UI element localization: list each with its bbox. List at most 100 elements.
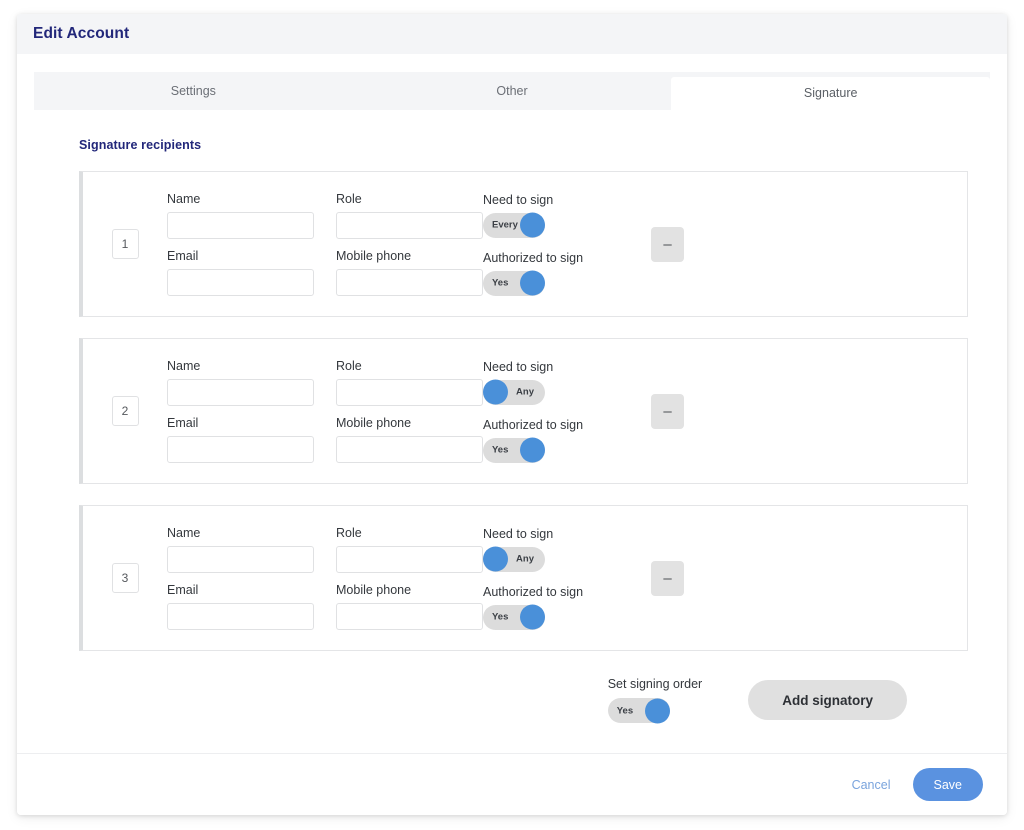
remove-recipient-wrap: – (623, 506, 967, 650)
modal-action-bar: Cancel Save (17, 753, 1007, 815)
remove-recipient-button[interactable]: – (651, 393, 684, 429)
role-label: Role (336, 192, 362, 206)
mobile-phone-field-group: Mobile phone (336, 416, 483, 463)
name-input[interactable] (167, 212, 314, 239)
authorized-to-sign-toggle[interactable]: Yes (483, 270, 545, 296)
mobile-phone-label: Mobile phone (336, 249, 412, 263)
cancel-button[interactable]: Cancel (850, 774, 893, 796)
recipient-toggles: Need to sign Any Authorized to sign Yes (483, 339, 623, 483)
email-field-group: Email (167, 249, 314, 296)
section-title: Signature recipients (79, 138, 202, 152)
recipient-index-badge: 3 (111, 563, 139, 593)
toggle-knob-icon (483, 379, 508, 405)
authorized-to-sign-group: Authorized to sign Yes (483, 251, 623, 296)
mobile-phone-input[interactable] (336, 436, 483, 463)
authorized-to-sign-value: Yes (492, 277, 509, 289)
recipient-toggles: Need to sign Every Authorized to sign Ye… (483, 172, 623, 316)
role-field-group: Role (336, 526, 483, 573)
need-to-sign-label: Need to sign (483, 526, 554, 541)
save-button[interactable]: Save (912, 768, 983, 801)
role-field-group: Role (336, 192, 483, 239)
need-to-sign-group: Need to sign Every (483, 193, 623, 238)
recipient-index-wrap: 2 (83, 339, 167, 483)
email-input[interactable] (167, 269, 314, 296)
toggle-knob-icon (520, 212, 545, 238)
page-title: Edit Account (33, 25, 130, 42)
name-input[interactable] (167, 379, 314, 406)
email-field-group: Email (167, 583, 314, 630)
authorized-to-sign-group: Authorized to sign Yes (483, 418, 623, 463)
name-label: Name (167, 192, 201, 206)
need-to-sign-group: Need to sign Any (483, 360, 623, 405)
recipient-index-badge: 2 (111, 396, 139, 426)
set-signing-order-label: Set signing order (607, 677, 703, 691)
recipient-index-badge: 1 (111, 229, 139, 259)
need-to-sign-value: Any (516, 553, 534, 565)
need-to-sign-toggle[interactable]: Any (483, 379, 545, 405)
role-field-group: Role (336, 359, 483, 406)
mobile-phone-label: Mobile phone (336, 416, 412, 430)
add-signatory-button[interactable]: Add signatory (748, 680, 907, 720)
edit-account-modal: Edit Account Settings Other Signature Si… (17, 14, 1007, 815)
name-field-group: Name (167, 526, 314, 573)
modal-header: Edit Account (17, 14, 1007, 54)
tab-signature[interactable]: Signature (671, 77, 991, 110)
authorized-to-sign-label: Authorized to sign (483, 417, 584, 432)
recipient-index-wrap: 3 (83, 506, 167, 650)
role-label: Role (336, 359, 362, 373)
recipient-toggles: Need to sign Any Authorized to sign Yes (483, 506, 623, 650)
role-input[interactable] (336, 546, 483, 573)
tab-bar: Settings Other Signature (34, 72, 991, 110)
need-to-sign-label: Need to sign (483, 192, 554, 207)
page-root: Edit Account Settings Other Signature Si… (0, 0, 1024, 830)
authorized-to-sign-group: Authorized to sign Yes (483, 585, 623, 630)
authorized-to-sign-value: Yes (492, 444, 509, 456)
authorized-to-sign-value: Yes (492, 611, 509, 623)
remove-recipient-button[interactable]: – (651, 226, 684, 262)
email-label: Email (167, 249, 199, 263)
tab-other[interactable]: Other (353, 72, 672, 110)
mobile-phone-input[interactable] (336, 603, 483, 630)
remove-recipient-wrap: – (623, 172, 967, 316)
toggle-knob-icon (520, 604, 545, 630)
need-to-sign-toggle[interactable]: Any (483, 546, 545, 572)
footer-controls: Set signing order Yes Add signatory (34, 677, 907, 723)
need-to-sign-toggle[interactable]: Every (483, 212, 545, 238)
name-field-group: Name (167, 192, 314, 239)
authorized-to-sign-label: Authorized to sign (483, 250, 584, 265)
mobile-phone-input[interactable] (336, 269, 483, 296)
tab-settings[interactable]: Settings (34, 72, 353, 110)
set-signing-order-toggle[interactable]: Yes (607, 698, 670, 723)
need-to-sign-label: Need to sign (483, 359, 554, 374)
recipient-card: 1 Name Role Email Mobile phone Need to s… (79, 171, 968, 317)
recipient-card: 2 Name Role Email Mobile phone Need to s… (79, 338, 968, 484)
name-field-group: Name (167, 359, 314, 406)
name-label: Name (167, 526, 201, 540)
authorized-to-sign-label: Authorized to sign (483, 584, 584, 599)
role-input[interactable] (336, 379, 483, 406)
role-label: Role (336, 526, 362, 540)
toggle-knob-icon (520, 437, 545, 463)
toggle-knob-icon (644, 698, 670, 723)
email-label: Email (167, 416, 199, 430)
email-field-group: Email (167, 416, 314, 463)
authorized-to-sign-toggle[interactable]: Yes (483, 437, 545, 463)
mobile-phone-field-group: Mobile phone (336, 583, 483, 630)
email-label: Email (167, 583, 199, 597)
mobile-phone-label: Mobile phone (336, 583, 412, 597)
email-input[interactable] (167, 436, 314, 463)
authorized-to-sign-toggle[interactable]: Yes (483, 604, 545, 630)
mobile-phone-field-group: Mobile phone (336, 249, 483, 296)
recipient-list: 1 Name Role Email Mobile phone Need to s… (34, 171, 990, 651)
name-label: Name (167, 359, 201, 373)
recipient-fields: Name Role Email Mobile phone (167, 506, 483, 650)
modal-body: Settings Other Signature Signature recip… (17, 54, 1007, 753)
name-input[interactable] (167, 546, 314, 573)
remove-recipient-button[interactable]: – (651, 560, 684, 596)
role-input[interactable] (336, 212, 483, 239)
recipient-index-wrap: 1 (83, 172, 167, 316)
recipient-card: 3 Name Role Email Mobile phone Need to s… (79, 505, 968, 651)
need-to-sign-value: Every (492, 219, 518, 231)
email-input[interactable] (167, 603, 314, 630)
recipient-fields: Name Role Email Mobile phone (167, 339, 483, 483)
